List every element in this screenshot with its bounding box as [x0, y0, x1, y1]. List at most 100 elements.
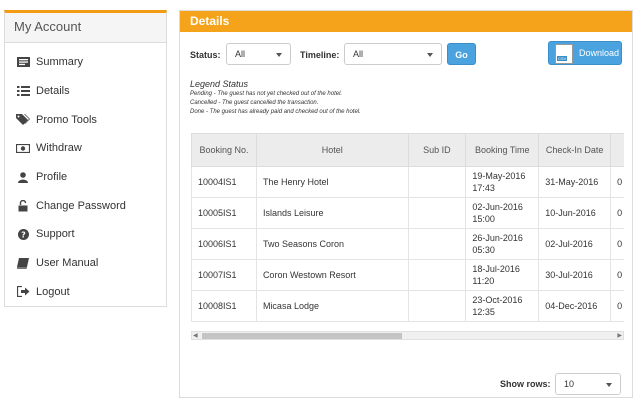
table-row[interactable]: 10008IS1 Micasa Lodge 23-Oct-2016 12:35 …	[191, 290, 624, 322]
sidebar-item-user-manual[interactable]: User Manual	[5, 249, 166, 278]
svg-text:?: ?	[21, 230, 26, 239]
table-row[interactable]: 10007IS1 Coron Westown Resort 18-Jul-201…	[191, 259, 624, 291]
sidebar-item-label: Change Password	[36, 199, 126, 212]
cell-truncated: 0	[610, 259, 624, 291]
column-header-hotel[interactable]: Hotel	[255, 133, 409, 167]
table-horizontal-scrollbar[interactable]: ◀ ▶	[191, 331, 624, 340]
sidebar-item-summary[interactable]: Summary	[5, 48, 166, 77]
show-rows-value: 10	[564, 379, 575, 389]
sidebar-menu: Summary Details Promo Tools Withdraw Pro…	[5, 43, 166, 306]
sidebar-item-label: Support	[36, 228, 75, 241]
list-icon	[15, 86, 31, 97]
status-select[interactable]: All	[226, 43, 291, 65]
filter-bar: Status: All Timeline: All Go CSV Downloa…	[190, 41, 622, 67]
bookings-table: Booking No. Hotel Sub ID Booking Time Ch…	[191, 133, 624, 322]
cell-check-in: 10-Jun-2016	[538, 197, 612, 229]
sidebar-item-label: Summary	[36, 56, 84, 69]
cell-booking-no: 10007IS1	[191, 259, 257, 291]
user-icon	[15, 171, 31, 183]
legend-line-cancelled: Cancelled - The guest cancelled the tran…	[190, 100, 319, 106]
table-row[interactable]: 10006IS1 Two Seasons Coron 26-Jun-2016 0…	[191, 228, 624, 260]
details-panel: Details Status: All Timeline: All Go CSV…	[179, 10, 633, 398]
cell-truncated: 0	[610, 290, 624, 322]
sidebar-item-label: User Manual	[36, 257, 99, 270]
signout-icon	[15, 286, 31, 298]
chevron-down-icon	[606, 383, 612, 387]
cell-sub-id	[407, 197, 467, 229]
sidebar-item-label: Promo Tools	[36, 113, 97, 126]
timeline-label: Timeline:	[300, 50, 340, 60]
sidebar-item-logout[interactable]: Logout	[5, 278, 166, 307]
column-header-booking-time[interactable]: Booking Time	[465, 133, 540, 167]
cell-booking-no: 10008IS1	[191, 290, 257, 322]
question-icon: ?	[15, 228, 31, 240]
sidebar-item-label: Logout	[36, 285, 70, 298]
account-sidebar: My Account Summary Details Promo Tools W…	[4, 10, 167, 307]
scroll-left-icon[interactable]: ◀	[193, 333, 198, 339]
status-label: Status:	[190, 50, 221, 60]
column-header-truncated	[610, 133, 624, 167]
cell-hotel: Micasa Lodge	[255, 290, 409, 322]
money-icon	[15, 143, 31, 153]
cell-booking-time: 26-Jun-2016 05:30	[465, 228, 540, 260]
table-row[interactable]: 10004IS1 The Henry Hotel 19-May-2016 17:…	[191, 166, 624, 198]
sidebar-item-withdraw[interactable]: Withdraw	[5, 134, 166, 163]
cell-booking-time: 23-Oct-2016 12:35	[465, 290, 540, 322]
csv-badge: CSV	[557, 56, 568, 61]
cell-booking-time: 02-Jun-2016 15:00	[465, 197, 540, 229]
sidebar-item-profile[interactable]: Profile	[5, 163, 166, 192]
table-header-row: Booking No. Hotel Sub ID Booking Time Ch…	[191, 133, 624, 167]
cell-hotel: The Henry Hotel	[255, 166, 409, 198]
sidebar-item-promo-tools[interactable]: Promo Tools	[5, 105, 166, 134]
bookings-table-container: Booking No. Hotel Sub ID Booking Time Ch…	[191, 133, 624, 338]
sidebar-item-label: Details	[36, 85, 70, 98]
cell-truncated: 0	[610, 228, 624, 260]
unlock-icon	[15, 199, 31, 212]
table-row[interactable]: 10005IS1 Islands Leisure 02-Jun-2016 15:…	[191, 197, 624, 229]
timeline-select-value: All	[353, 49, 364, 59]
column-header-booking-no[interactable]: Booking No.	[191, 133, 257, 167]
csv-file-icon: CSV	[555, 44, 573, 64]
legend-line-pending: Pending - The guest has not yet checked …	[190, 91, 343, 97]
cell-booking-no: 10004IS1	[191, 166, 257, 198]
go-button[interactable]: Go	[447, 43, 476, 65]
timeline-select[interactable]: All	[344, 43, 442, 65]
cell-check-in: 04-Dec-2016	[538, 290, 612, 322]
scroll-right-icon[interactable]: ▶	[617, 333, 622, 339]
cell-sub-id	[407, 228, 467, 260]
status-select-value: All	[235, 49, 246, 59]
sidebar-item-label: Withdraw	[36, 142, 82, 155]
sidebar-item-label: Profile	[36, 171, 68, 184]
book-icon	[15, 257, 31, 269]
summary-icon	[15, 57, 31, 68]
sidebar-item-details[interactable]: Details	[5, 77, 166, 106]
scrollbar-thumb[interactable]	[202, 333, 402, 339]
cell-booking-no: 10006IS1	[191, 228, 257, 260]
cell-booking-time: 19-May-2016 17:43	[465, 166, 540, 198]
column-header-check-in[interactable]: Check-In Date	[538, 133, 612, 167]
cell-booking-time: 18-Jul-2016 11:20	[465, 259, 540, 291]
cell-hotel: Coron Westown Resort	[255, 259, 409, 291]
cell-sub-id	[407, 166, 467, 198]
tags-icon	[15, 114, 31, 126]
download-label: Download	[579, 48, 620, 58]
cell-hotel: Two Seasons Coron	[255, 228, 409, 260]
cell-check-in: 31-May-2016	[538, 166, 612, 198]
sidebar-item-change-password[interactable]: Change Password	[5, 191, 166, 220]
cell-truncated: 0	[610, 166, 624, 198]
cell-truncated: 0	[610, 197, 624, 229]
legend-title: Legend Status	[190, 79, 249, 89]
sidebar-item-support[interactable]: ? Support	[5, 220, 166, 249]
column-header-sub-id[interactable]: Sub ID	[407, 133, 467, 167]
download-button[interactable]: CSV Download	[548, 41, 622, 65]
show-rows-select[interactable]: 10	[555, 373, 621, 395]
legend-line-done: Done - The guest has already paid and ch…	[190, 109, 361, 115]
cell-check-in: 02-Jul-2016	[538, 228, 612, 260]
chevron-down-icon	[427, 53, 433, 57]
cell-check-in: 30-Jul-2016	[538, 259, 612, 291]
panel-title: Details	[180, 11, 632, 32]
legend-status: Legend Status Pending - The guest has no…	[190, 79, 361, 117]
cell-sub-id	[407, 290, 467, 322]
sidebar-title: My Account	[5, 13, 166, 43]
show-rows-label: Show rows:	[500, 379, 551, 389]
